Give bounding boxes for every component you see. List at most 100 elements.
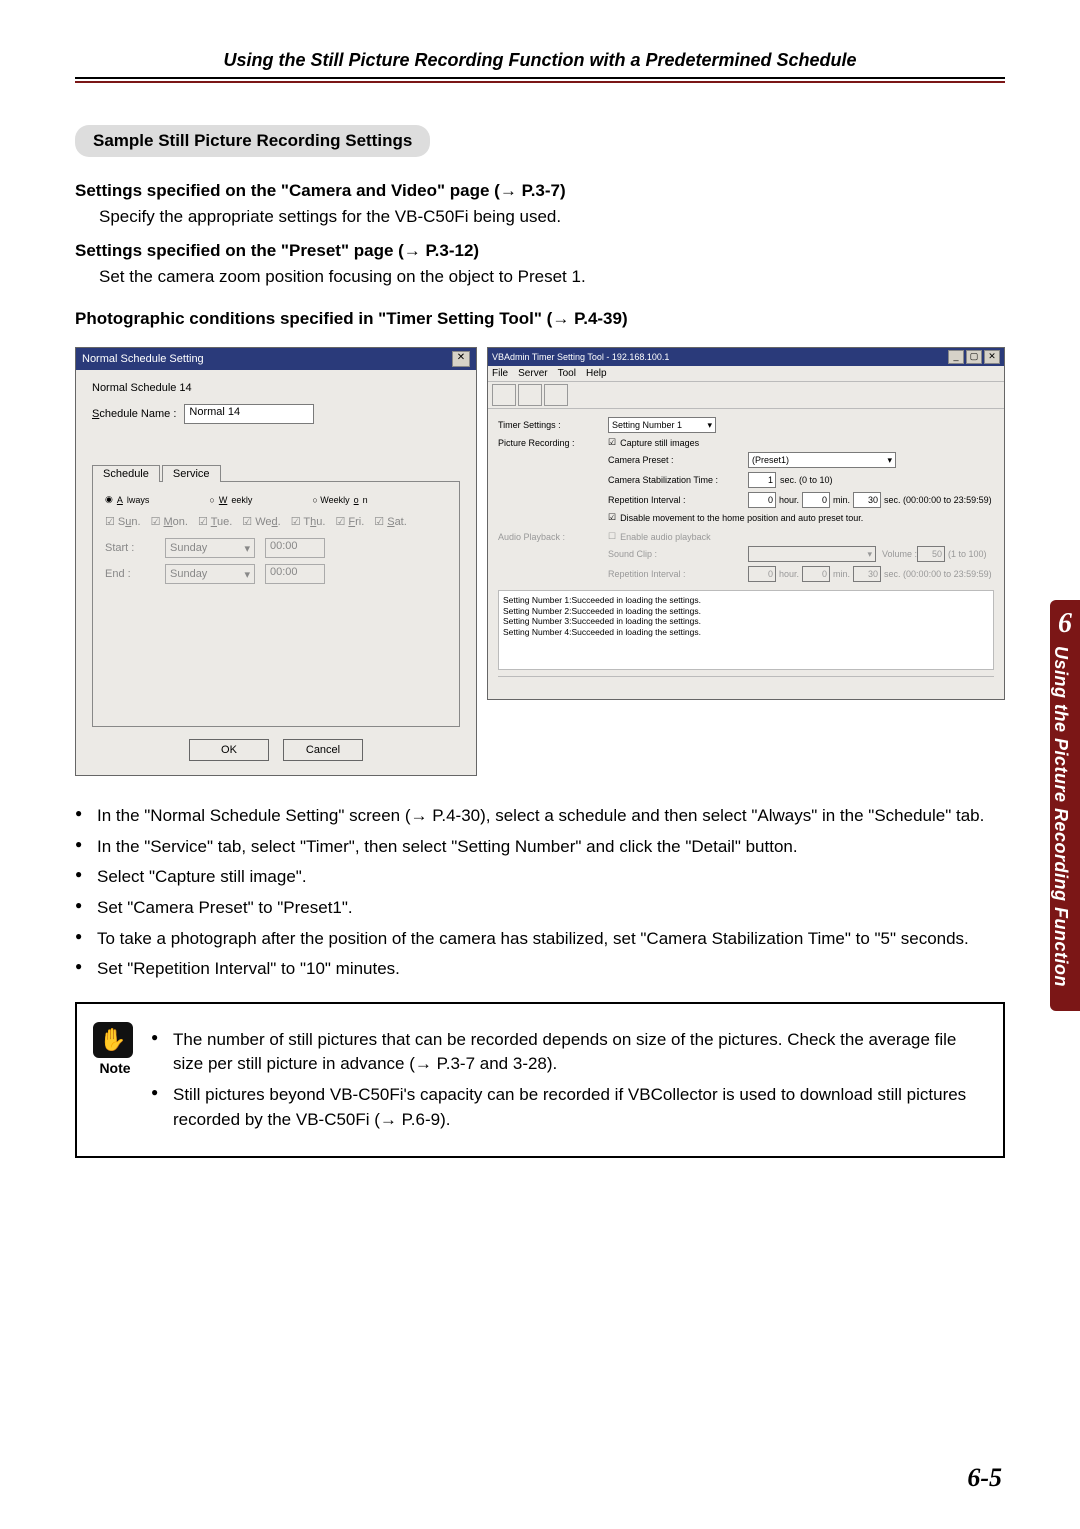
status-line: Setting Number 2:Succeeded in loading th…: [503, 606, 989, 617]
weekday-row: ☑ Sun. ☑ Mon. ☑ Tue. ☑ Wed. ☑ Thu. ☑ Fri…: [105, 515, 447, 528]
status-line: Setting Number 1:Succeeded in loading th…: [503, 595, 989, 606]
sec2-head: Settings specified on the "Preset" page …: [75, 241, 1005, 261]
chapter-title-vertical: Using the Picture Recording Function: [1050, 646, 1071, 987]
bullet-dot-icon: [151, 1083, 173, 1132]
audio-playback-label: Audio Playback :: [498, 532, 608, 542]
audio-rep-label: Repetition Interval :: [608, 569, 748, 579]
status-log: Setting Number 1:Succeeded in loading th…: [498, 590, 994, 670]
bullet-dot-icon: [75, 865, 97, 890]
instruction-item: Set "Repetition Interval" to "10" minute…: [97, 957, 1005, 982]
tt-toolbar: [488, 381, 1004, 409]
section-pill: Sample Still Picture Recording Settings: [75, 125, 430, 157]
cancel-button[interactable]: Cancel: [283, 739, 363, 761]
radio-weekly[interactable]: ○ Weekly: [209, 494, 252, 505]
toolbar-btn-3[interactable]: [544, 384, 568, 406]
normal-schedule-dialog: Normal Schedule Setting ✕ Normal Schedul…: [75, 347, 477, 776]
tt-body: Timer Settings : Setting Number 1▾ Pictu…: [488, 409, 1004, 699]
ok-button[interactable]: OK: [189, 739, 269, 761]
instruction-list: In the "Normal Schedule Setting" screen …: [75, 804, 1005, 982]
instruction-item: To take a photograph after the position …: [97, 927, 1005, 952]
menu-server[interactable]: Server: [518, 368, 547, 379]
bullet-dot-icon: [75, 896, 97, 921]
tab-panel-schedule: ◉ Always ○ Weekly ○ Weekly on ☑ Sun. ☑ M…: [92, 482, 460, 727]
chk-sun: ☑ Sun.: [105, 515, 141, 528]
dialog-title: Normal Schedule Setting: [82, 353, 204, 365]
instruction-item: In the "Normal Schedule Setting" screen …: [97, 804, 1005, 829]
tt-titlebar: VBAdmin Timer Setting Tool - 192.168.100…: [488, 348, 1004, 366]
schedule-heading: Normal Schedule 14: [92, 382, 460, 394]
close-icon[interactable]: ✕: [452, 351, 470, 367]
sec3-head: Photographic conditions specified in "Ti…: [75, 309, 1005, 329]
instruction-item: In the "Service" tab, select "Timer", th…: [97, 835, 1005, 860]
screenshots-row: Normal Schedule Setting ✕ Normal Schedul…: [75, 347, 1005, 776]
audio-rep-hint: sec. (00:00:00 to 23:59:59): [884, 569, 992, 579]
chk-sat: ☑ Sat.: [374, 515, 407, 528]
sound-clip-select: ▾: [748, 546, 876, 562]
bullet-dot-icon: [75, 957, 97, 982]
stabilization-input[interactable]: 1: [748, 472, 776, 488]
bullet-dot-icon: [75, 804, 97, 829]
start-label: Start :: [105, 542, 155, 554]
menu-file[interactable]: File: [492, 368, 508, 379]
note-body: The number of still pictures that can be…: [151, 1022, 981, 1139]
enable-audio-checkbox: ☐ Enable audio playback: [608, 531, 711, 542]
disable-movement-checkbox[interactable]: ☑ Disable movement to the home position …: [608, 512, 863, 523]
chapter-number: 6: [1050, 608, 1080, 640]
instruction-item: Select "Capture still image".: [97, 865, 1005, 890]
audio-rep-s: 30: [853, 566, 881, 582]
toolbar-btn-2[interactable]: [518, 384, 542, 406]
note-icon: ✋: [93, 1022, 133, 1058]
schedule-name-label: Schedule Name :: [92, 408, 176, 420]
repetition-hint: sec. (00:00:00 to 23:59:59): [884, 495, 992, 505]
instruction-item: Set "Camera Preset" to "Preset1".: [97, 896, 1005, 921]
end-day-select: Sunday▾: [165, 564, 255, 584]
volume-label: Volume :: [882, 549, 917, 559]
setting-number-select[interactable]: Setting Number 1▾: [608, 417, 716, 433]
note-box: ✋ Note The number of still pictures that…: [75, 1002, 1005, 1159]
chk-mon: ☑ Mon.: [151, 515, 188, 528]
sec1-head: Settings specified on the "Camera and Vi…: [75, 181, 1005, 201]
audio-rep-h: 0: [748, 566, 776, 582]
rep-hour-input[interactable]: 0: [748, 492, 776, 508]
radio-weekly-on[interactable]: ○ Weekly on: [312, 494, 367, 505]
volume-hint: (1 to 100): [948, 549, 987, 559]
note-item: Still pictures beyond VB-C50Fi's capacit…: [173, 1083, 981, 1132]
maximize-icon[interactable]: ▢: [966, 350, 982, 364]
rep-sec-input[interactable]: 30: [853, 492, 881, 508]
note-item: The number of still pictures that can be…: [173, 1028, 981, 1077]
sound-clip-label: Sound Clip :: [608, 549, 748, 559]
bullet-dot-icon: [151, 1028, 173, 1077]
capture-still-checkbox[interactable]: ☑ Capture still images: [608, 437, 699, 448]
radio-always[interactable]: ◉ Always: [105, 494, 149, 505]
tt-menubar: File Server Tool Help: [488, 366, 1004, 381]
stabilization-label: Camera Stabilization Time :: [608, 475, 748, 485]
close-icon[interactable]: ✕: [984, 350, 1000, 364]
rep-min-input[interactable]: 0: [802, 492, 830, 508]
timer-settings-label: Timer Settings :: [498, 420, 608, 430]
end-label: End :: [105, 568, 155, 580]
page-number: 6-5: [967, 1463, 1002, 1493]
tabs: Schedule Service: [92, 464, 460, 482]
chk-tue: ☑ Tue.: [198, 515, 232, 528]
menu-help[interactable]: Help: [586, 368, 607, 379]
sec2-body: Set the camera zoom position focusing on…: [99, 267, 1005, 287]
bullet-dot-icon: [75, 927, 97, 952]
camera-preset-select[interactable]: (Preset1)▾: [748, 452, 896, 468]
toolbar-btn-1[interactable]: [492, 384, 516, 406]
stabilization-hint: sec. (0 to 10): [780, 475, 833, 485]
picture-recording-label: Picture Recording :: [498, 438, 608, 448]
volume-input: 50: [917, 546, 945, 562]
tab-schedule[interactable]: Schedule: [92, 465, 160, 482]
note-label: Note: [93, 1060, 137, 1076]
minimize-icon[interactable]: _: [948, 350, 964, 364]
menu-tool[interactable]: Tool: [558, 368, 576, 379]
end-time-input: 00:00: [265, 564, 325, 584]
schedule-name-input[interactable]: Normal 14: [184, 404, 314, 424]
tab-service[interactable]: Service: [162, 465, 221, 482]
note-icon-block: ✋ Note: [93, 1022, 137, 1076]
camera-preset-label: Camera Preset :: [608, 455, 748, 465]
running-head: Using the Still Picture Recording Functi…: [75, 50, 1005, 71]
chk-thu: ☑ Thu.: [291, 515, 326, 528]
dialog-titlebar: Normal Schedule Setting ✕: [76, 348, 476, 370]
bullet-dot-icon: [75, 835, 97, 860]
